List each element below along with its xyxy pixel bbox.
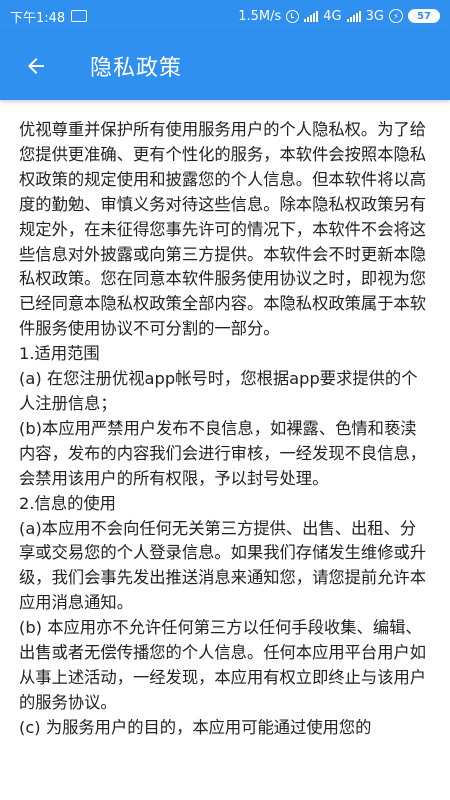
policy-intro: 优视尊重并保护所有使用服务用户的个人隐私权。为了给您提供更准确、更有个性化的服务… xyxy=(19,120,427,339)
section-heading-scope: 1.适用范围 xyxy=(19,344,100,364)
policy-item: (a)本应用不会向任何无关第三方提供、出售、出租、分享或交易您的个人登录信息。如… xyxy=(19,518,427,613)
chat-icon xyxy=(71,10,88,22)
app-bar: 隐私政策 xyxy=(0,32,450,100)
status-time: 下午1:48 xyxy=(10,10,66,26)
signal-icon xyxy=(304,10,319,22)
network-speed: 1.5M/s xyxy=(238,8,282,24)
privacy-policy-content[interactable]: 优视尊重并保护所有使用服务用户的个人隐私权。为了给您提供更准确、更有个性化的服务… xyxy=(0,100,450,800)
policy-item: (a) 在您注册优视app帐号时，您根据app要求提供的个人注册信息； xyxy=(19,369,418,413)
charging-icon: ⚡ xyxy=(389,9,403,23)
policy-item: (b) 本应用亦不允许任何第三方以任何手段收集、编辑、出售或者无偿传播您的个人信… xyxy=(19,618,427,712)
battery-icon: 57 xyxy=(408,9,440,23)
status-bar: 下午1:48 1.5M/s 4G 3G ⚡ 57 xyxy=(0,0,450,32)
section-heading-usage: 2.信息的使用 xyxy=(19,493,116,513)
back-button[interactable] xyxy=(8,38,64,94)
status-bar-left: 下午1:48 xyxy=(10,7,88,26)
policy-item: (c) 为服务用户的目的，本应用可能通过使用您的 xyxy=(19,717,372,737)
network-type-2: 3G xyxy=(365,8,384,24)
arrow-left-icon xyxy=(28,58,44,74)
network-type-1: 4G xyxy=(323,8,342,24)
battery-level: 57 xyxy=(417,10,431,22)
policy-item: (b)本应用严禁用户发布不良信息，如裸露、色情和亵渎内容，发布的内容我们会进行审… xyxy=(19,418,427,488)
alarm-icon xyxy=(286,9,300,23)
status-bar-right: 1.5M/s 4G 3G ⚡ 57 xyxy=(238,9,440,24)
signal-icon-2 xyxy=(346,10,361,22)
page-title: 隐私政策 xyxy=(90,56,183,81)
